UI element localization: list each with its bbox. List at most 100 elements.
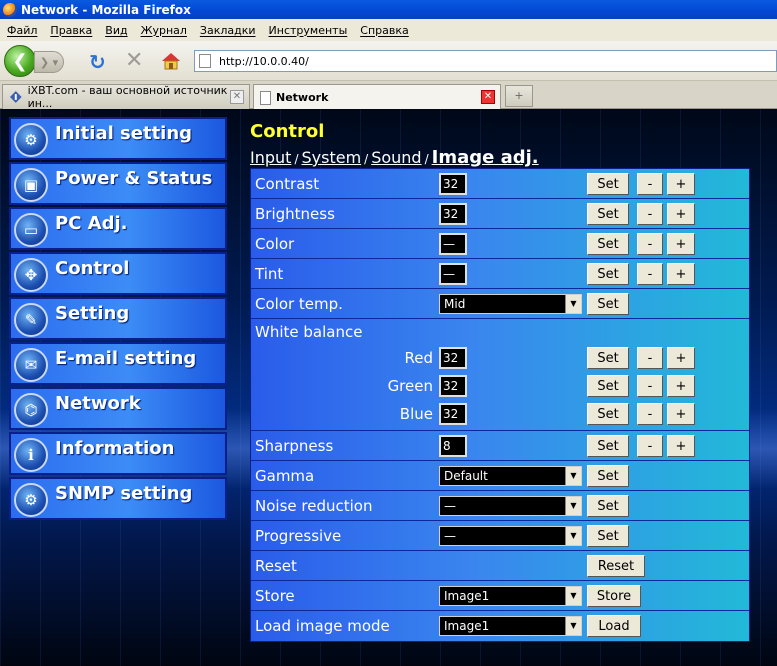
tint-set-button[interactable]: Set (587, 263, 629, 285)
page-title: Control (250, 121, 325, 142)
red-set-button[interactable]: Set (587, 347, 629, 369)
back-arrow-icon: ❮ (12, 50, 28, 72)
noise-reduction-select[interactable]: — ▼ (439, 496, 582, 516)
brightness-label: Brightness (255, 205, 335, 223)
sharpness-set-button[interactable]: Set (587, 435, 629, 457)
breadcrumb-sound-link[interactable]: Sound (371, 148, 421, 167)
color-minus-button[interactable]: - (637, 233, 663, 255)
dropdown-arrow-icon[interactable]: ▼ (565, 497, 581, 515)
sharpness-plus-button[interactable]: + (667, 435, 695, 457)
reload-icon[interactable]: ↻ (89, 50, 106, 74)
sidebar-item-network[interactable]: ⌬ Network (9, 387, 227, 430)
reset-button[interactable]: Reset (587, 555, 645, 577)
contrast-minus-button[interactable]: - (637, 173, 663, 195)
store-label: Store (255, 587, 295, 605)
tab-ixbt[interactable]: iXBT.com - ваш основной источник ин... ✕ (2, 84, 250, 110)
progressive-row: Progressive — ▼ Set (251, 521, 749, 551)
tab-close-icon[interactable]: ✕ (230, 90, 244, 104)
tint-input[interactable]: — (439, 263, 467, 285)
blue-input[interactable]: 32 (439, 403, 467, 425)
contrast-set-button[interactable]: Set (587, 173, 629, 195)
contrast-plus-button[interactable]: + (667, 173, 695, 195)
sidebar-item-pc-adj[interactable]: ▭ PC Adj. (9, 207, 227, 250)
page-icon (260, 90, 271, 105)
green-input[interactable]: 32 (439, 375, 467, 397)
sidebar-item-information[interactable]: ℹ Information (9, 432, 227, 475)
breadcrumb-input-link[interactable]: Input (250, 148, 291, 167)
blue-minus-button[interactable]: - (637, 403, 663, 425)
window-title: Network - Mozilla Firefox (21, 2, 191, 17)
stop-icon[interactable]: ✕ (125, 48, 143, 73)
noise-reduction-set-button[interactable]: Set (587, 495, 629, 517)
menu-tools[interactable]: Инструменты (269, 24, 348, 37)
gamma-select[interactable]: Default ▼ (439, 466, 582, 486)
store-row: Store Image1 ▼ Store (251, 581, 749, 611)
gamma-set-button[interactable]: Set (587, 465, 629, 487)
green-plus-button[interactable]: + (667, 375, 695, 397)
color-temp-set-button[interactable]: Set (587, 293, 629, 315)
blue-plus-button[interactable]: + (667, 403, 695, 425)
menu-history[interactable]: Журнал (141, 24, 187, 37)
page-icon (199, 54, 211, 68)
sidebar-item-control[interactable]: ✥ Control (9, 252, 227, 295)
home-icon[interactable] (160, 50, 182, 72)
load-button[interactable]: Load (587, 615, 641, 637)
sidebar-item-snmp-setting[interactable]: ⚙ SNMP setting (9, 477, 227, 520)
color-plus-button[interactable]: + (667, 233, 695, 255)
sidebar-item-email-setting[interactable]: ✉ E-mail setting (9, 342, 227, 385)
window-title-bar: Network - Mozilla Firefox (0, 0, 777, 19)
dropdown-arrow-icon[interactable]: ▼ (565, 295, 581, 313)
projector-icon: ▣ (14, 168, 48, 202)
dropdown-arrow-icon[interactable]: ▼ (565, 527, 581, 545)
back-button[interactable]: ❮ (4, 45, 36, 77)
menu-bookmarks[interactable]: Закладки (200, 24, 256, 37)
load-image-mode-select[interactable]: Image1 ▼ (439, 616, 582, 636)
brightness-minus-button[interactable]: - (637, 203, 663, 225)
red-minus-button[interactable]: - (637, 347, 663, 369)
sharpness-minus-button[interactable]: - (637, 435, 663, 457)
tab-bar: iXBT.com - ваш основной источник ин... ✕… (0, 81, 777, 110)
blue-set-button[interactable]: Set (587, 403, 629, 425)
store-button[interactable]: Store (587, 585, 641, 607)
menu-bar: Файл Правка Вид Журнал Закладки Инструме… (0, 19, 777, 41)
sidebar-item-power-status[interactable]: ▣ Power & Status (9, 162, 227, 205)
brightness-set-button[interactable]: Set (587, 203, 629, 225)
progressive-set-button[interactable]: Set (587, 525, 629, 547)
dropdown-arrow-icon[interactable]: ▼ (565, 617, 581, 635)
sharpness-input[interactable]: 8 (439, 435, 467, 457)
new-tab-button[interactable]: + (505, 85, 533, 107)
contrast-input[interactable]: 32 (439, 173, 467, 195)
gamma-label: Gamma (255, 467, 315, 485)
tab-network[interactable]: Network ✕ (253, 84, 501, 110)
white-balance-row: White balance Red 32 Set - + Green 32 Se… (251, 319, 749, 431)
tab-close-icon[interactable]: ✕ (481, 90, 495, 104)
menu-file[interactable]: Файл (7, 24, 37, 37)
sidebar-item-initial-setting[interactable]: ⚙ Initial setting (9, 117, 227, 160)
image-adjust-table: Contrast 32 Set - + Brightness 32 Set - … (250, 168, 750, 642)
menu-edit[interactable]: Правка (50, 24, 92, 37)
green-minus-button[interactable]: - (637, 375, 663, 397)
address-bar[interactable]: http://10.0.0.40/ (194, 50, 777, 72)
color-input[interactable]: — (439, 233, 467, 255)
color-temp-select[interactable]: Mid ▼ (439, 294, 582, 314)
tint-plus-button[interactable]: + (667, 263, 695, 285)
tint-minus-button[interactable]: - (637, 263, 663, 285)
red-input[interactable]: 32 (439, 347, 467, 369)
menu-help[interactable]: Справка (360, 24, 408, 37)
red-plus-button[interactable]: + (667, 347, 695, 369)
forward-button[interactable]: ❯ ▾ (34, 51, 64, 73)
sidebar-item-setting[interactable]: ✎ Setting (9, 297, 227, 340)
store-select[interactable]: Image1 ▼ (439, 586, 582, 606)
brightness-plus-button[interactable]: + (667, 203, 695, 225)
dropdown-arrow-icon[interactable]: ▼ (565, 467, 581, 485)
firefox-logo-icon (3, 2, 17, 17)
menu-view[interactable]: Вид (105, 24, 127, 37)
brightness-input[interactable]: 32 (439, 203, 467, 225)
green-set-button[interactable]: Set (587, 375, 629, 397)
progressive-select[interactable]: — ▼ (439, 526, 582, 546)
color-set-button[interactable]: Set (587, 233, 629, 255)
contrast-label: Contrast (255, 175, 320, 193)
breadcrumb-system-link[interactable]: System (301, 148, 361, 167)
color-temp-label: Color temp. (255, 295, 343, 313)
dropdown-arrow-icon[interactable]: ▼ (565, 587, 581, 605)
